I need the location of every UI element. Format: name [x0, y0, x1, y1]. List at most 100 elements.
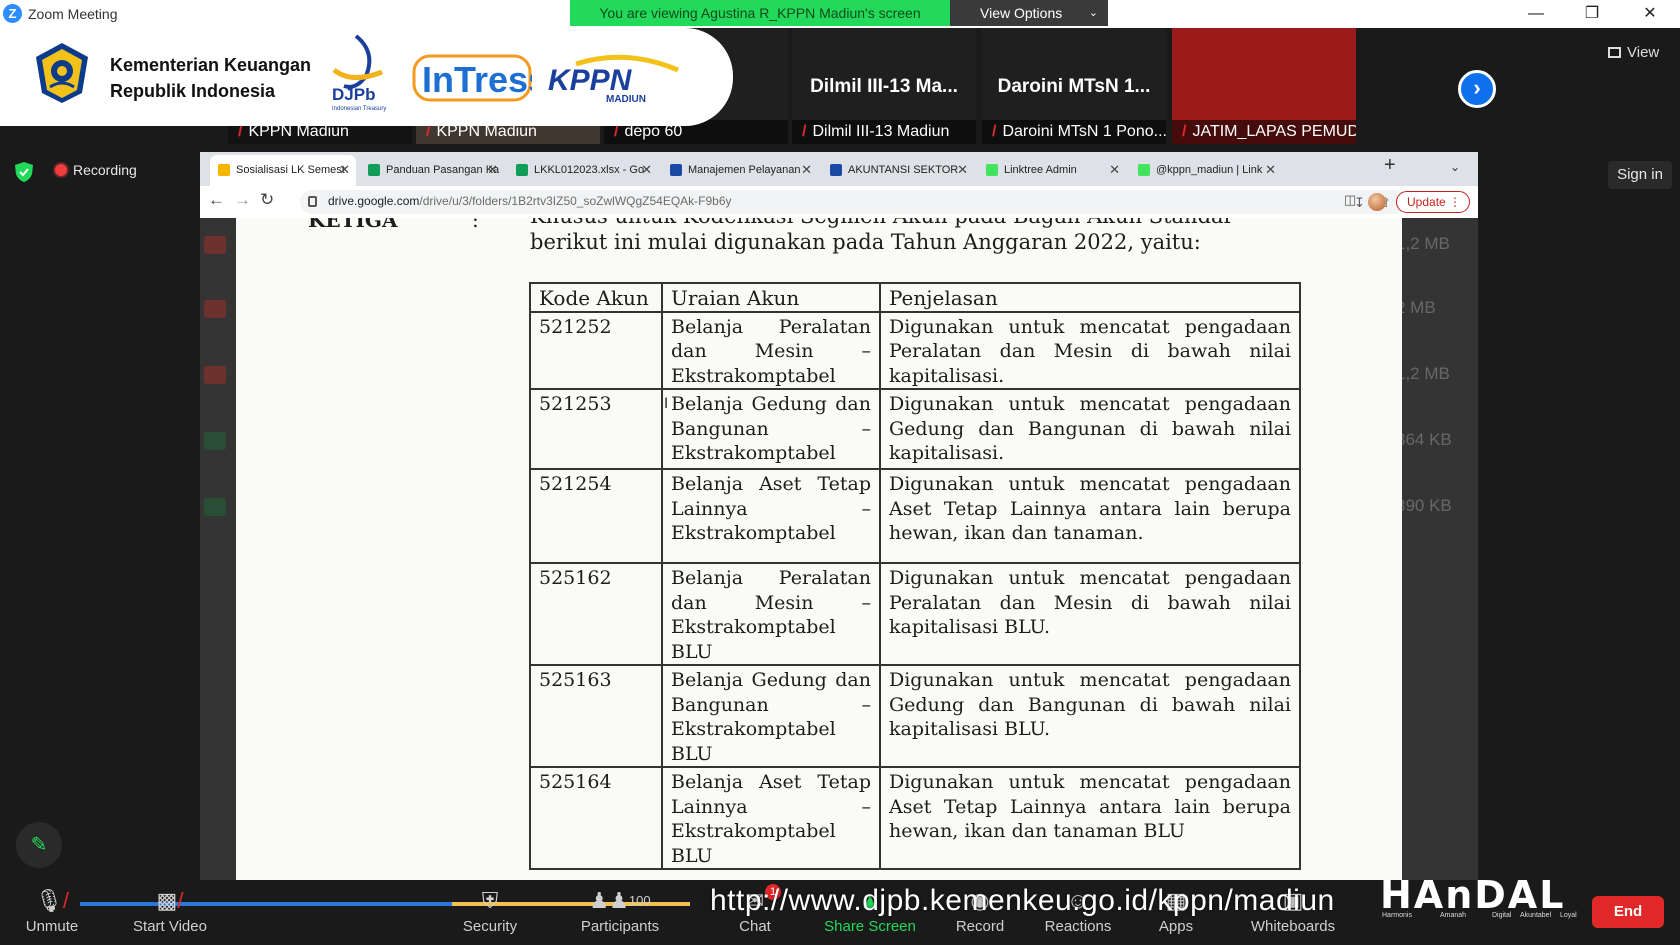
tab-favicon-icon — [218, 164, 230, 176]
tab-close-icon[interactable]: ✕ — [339, 155, 350, 185]
tab-label: Manajemen Pelayanan — [688, 164, 801, 176]
participant-name-label: / Daroini MTsN 1 Pono... — [982, 120, 1166, 144]
view-options-button[interactable]: View Options ⌄ — [950, 0, 1108, 26]
kppn-wordmark: KPPN — [548, 64, 633, 97]
muted-mic-icon: / — [802, 123, 807, 140]
end-meeting-button[interactable]: End — [1592, 896, 1664, 928]
file-size-label: 390 KB — [1396, 496, 1452, 515]
file-type-icon — [204, 300, 226, 318]
tab-favicon-icon — [670, 164, 682, 176]
grid-icon — [1608, 47, 1621, 58]
update-button[interactable]: Update ⋮ — [1396, 191, 1470, 213]
muted-mic-icon: / — [1182, 123, 1187, 140]
view-button[interactable]: View — [1608, 44, 1659, 61]
url-text: drive.google.com/drive/u/3/folders/1B2rt… — [328, 194, 732, 208]
file-size-label: 364 KB — [1396, 430, 1452, 449]
djpb-logo: DJPb Indonesian Treasury — [332, 34, 386, 112]
side-panel-icon[interactable]: ◫ — [1344, 192, 1356, 208]
account-code-table: Kode Akun Uraian Akun Penjelasan 521252 B… — [529, 282, 1301, 870]
reload-icon[interactable]: ↻ — [260, 190, 274, 210]
cell-uraian: Belanja Peralatan dan Mesin – Ekstrakomp… — [661, 310, 881, 390]
file-size-label: 1,2 MB — [1396, 234, 1450, 253]
table-row: 521254 Belanja Aset Tetap Lainnya – Ekstr… — [529, 468, 1301, 564]
viewing-status-text: You are viewing Agustina R_KPPN Madiun's… — [570, 0, 950, 26]
forward-arrow-icon[interactable]: → — [234, 190, 251, 210]
browser-tab[interactable]: LKKL012023.xlsx - Go ✕ — [508, 155, 658, 186]
next-page-button[interactable]: › — [1458, 70, 1496, 108]
handal-value-tag: Harmonis — [1382, 912, 1412, 919]
lock-icon — [308, 196, 317, 207]
cell-uraian: Belanja Gedung dan Bangunan – Ekstrakomp… — [661, 664, 881, 768]
participant-thumbnail[interactable]: Dilmil III-13 Ma... / Dilmil III-13 Madiun — [792, 28, 976, 144]
broadcast-url-overlay: http://www.djpb.kemenkeu.go.id/kppn/madi… — [710, 884, 1335, 917]
section-label: KETIGA — [308, 218, 398, 232]
browser-tab[interactable]: Sosialisasi LK Semest ✕ — [210, 155, 356, 186]
participant-thumbnail[interactable]: / JATIM_LAPAS PEMUD... — [1172, 28, 1356, 144]
header-uraian-akun: Uraian Akun — [661, 282, 881, 313]
cell-code: 525162 — [529, 562, 663, 666]
minimize-button[interactable]: — — [1516, 2, 1556, 26]
intress-wordmark: InTress — [422, 59, 532, 100]
tab-search-chevron-icon[interactable]: ⌄ — [1450, 160, 1460, 174]
annotate-pen-icon[interactable]: ✎ — [16, 822, 62, 868]
browser-tab-strip: Sosialisasi LK Semest ✕ Panduan Pasangan K… — [200, 152, 1478, 186]
browser-tab[interactable]: @kppn_madiun | Link ✕ — [1130, 155, 1282, 186]
file-type-icon — [204, 236, 226, 254]
kppn-subtitle: MADIUN — [606, 94, 646, 104]
security-shield-icon: ⛨ — [481, 888, 499, 913]
browser-tab[interactable]: Linktree Admin ✕ — [978, 155, 1126, 186]
cell-code: 521252 — [529, 310, 663, 390]
browser-tab[interactable]: AKUNTANSI SEKTOR ✕ — [822, 155, 974, 186]
participant-display-title: Daroini MTsN 1... — [997, 76, 1151, 97]
tab-close-icon[interactable]: ✕ — [1109, 155, 1120, 185]
shared-browser-window: Sosialisasi LK Semest ✕ Panduan Pasangan K… — [200, 152, 1478, 880]
back-arrow-icon[interactable]: ← — [208, 190, 225, 210]
kppn-logo: KPPN MADIUN — [548, 54, 679, 104]
profile-avatar[interactable] — [1368, 193, 1386, 211]
cell-penjelasan: Digunakan untuk mencatat pengadaan Peral… — [879, 310, 1301, 390]
cell-code: 521254 — [529, 468, 663, 564]
screen-share-banner: You are viewing Agustina R_KPPN Madiun's… — [570, 0, 1108, 26]
browser-tab[interactable]: Panduan Pasangan Ka ✕ — [360, 155, 504, 186]
shield-check-icon[interactable] — [14, 161, 34, 183]
text-cursor-icon: I — [664, 396, 669, 412]
participant-name-label: / JATIM_LAPAS PEMUD... — [1172, 120, 1356, 144]
table-row: 521253 Belanja Gedung dan Bangunan – Ekst… — [529, 388, 1301, 470]
cell-penjelasan: Digunakan untuk mencatat pengadaan Gedun… — [879, 664, 1301, 768]
djpb-subtitle: Indonesian Treasury — [332, 106, 386, 112]
pdf-viewer: 1,2 MB2 MB1,2 MB364 KB390 KB KETIGA : Kh… — [200, 218, 1478, 880]
close-button[interactable]: ✕ — [1630, 2, 1670, 26]
start-video-button[interactable]: ▩/ Start Video — [120, 888, 220, 935]
cell-uraian: Belanja Peralatan dan Mesin – Ekstrakomp… — [661, 562, 881, 666]
view-options-label: View Options — [980, 5, 1063, 21]
tab-close-icon[interactable]: ✕ — [641, 155, 652, 185]
file-type-icon — [204, 432, 226, 450]
cell-uraian: Belanja Aset Tetap Lainnya – Ekstrakompt… — [661, 468, 881, 564]
tab-close-icon[interactable]: ✕ — [957, 155, 968, 185]
file-type-icon — [204, 366, 226, 384]
cell-code: 525164 — [529, 766, 663, 870]
tab-close-icon[interactable]: ✕ — [801, 155, 812, 185]
tab-close-icon[interactable]: ✕ — [1265, 155, 1276, 185]
handal-value-tag: Loyal — [1560, 912, 1577, 919]
new-tab-button[interactable]: + — [1384, 154, 1396, 177]
tab-close-icon[interactable]: ✕ — [487, 155, 498, 185]
header-penjelasan: Penjelasan — [879, 282, 1301, 313]
recording-indicator[interactable]: Recording — [55, 162, 137, 178]
participant-thumbnail[interactable]: Daroini MTsN 1... / Daroini MTsN 1 Pono... — [982, 28, 1166, 144]
security-button[interactable]: ⛨ Security — [440, 888, 540, 935]
participants-button[interactable]: ♟♟100 Participants — [570, 888, 670, 935]
header-kode-akun: Kode Akun — [529, 282, 663, 313]
unmute-button[interactable]: 🎙/ Unmute — [2, 888, 102, 935]
file-type-icon — [204, 498, 226, 516]
sign-in-button[interactable]: Sign in — [1608, 161, 1672, 189]
window-title: Zoom Meeting — [28, 6, 118, 22]
tab-favicon-icon — [516, 164, 528, 176]
microphone-muted-icon: 🎙/ — [34, 888, 70, 913]
tab-label: Linktree Admin — [1004, 164, 1077, 176]
record-dot-icon — [55, 164, 67, 176]
tab-favicon-icon — [986, 164, 998, 176]
address-bar[interactable]: drive.google.com/drive/u/3/folders/1B2rt… — [300, 190, 1418, 214]
maximize-button[interactable]: ❐ — [1572, 2, 1612, 26]
browser-tab[interactable]: Manajemen Pelayanan ✕ — [662, 155, 818, 186]
